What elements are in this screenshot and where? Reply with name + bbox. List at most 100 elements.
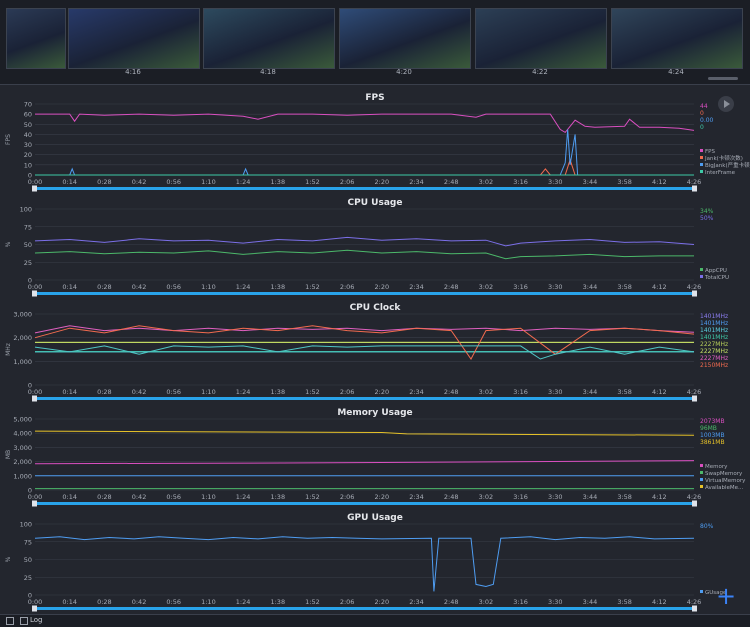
x-tick-label: 3:30 [548, 388, 563, 396]
timeline-thumbnail[interactable] [6, 8, 66, 69]
x-tick-label: 2:34 [409, 493, 424, 501]
series-current-value: 2073MB [700, 418, 725, 425]
series-current-value: 2227MHz [700, 348, 728, 355]
y-tick-label: 25 [24, 574, 32, 582]
range-handle-left [32, 500, 37, 507]
x-tick-label: 2:48 [444, 598, 459, 606]
x-tick-label: 1:52 [305, 388, 320, 396]
timeline-thumbnail-strip[interactable]: 4:16 4:18 4:20 4:22 4:24 [0, 0, 750, 85]
legend-swatch [700, 464, 703, 467]
timeline-scrollbar[interactable] [708, 77, 738, 80]
x-tick-label: 3:02 [479, 283, 494, 291]
legend-label: Memory [705, 464, 728, 470]
x-tick-label: 2:48 [444, 178, 459, 186]
x-tick-label: 3:16 [513, 388, 528, 396]
series-current-value: 1401MHz [700, 313, 728, 320]
legend-swatch [700, 471, 703, 474]
chart-range-scrollbar [35, 292, 694, 295]
x-tick-label: 1:38 [270, 283, 285, 291]
x-tick-label: 4:12 [652, 493, 667, 501]
x-tick-label: 3:44 [583, 598, 598, 606]
x-tick-label: 3:44 [583, 493, 598, 501]
expand-icon[interactable] [6, 617, 14, 625]
chart-range-scrollbar [35, 607, 694, 610]
y-tick-label: 1,000 [13, 358, 32, 366]
series-line [34, 536, 695, 592]
y-tick-label: 3,000 [13, 311, 32, 319]
series-line [34, 249, 694, 260]
x-tick-label: 0:42 [132, 598, 147, 606]
x-tick-label: 1:10 [201, 598, 216, 606]
add-icon[interactable]: + [716, 584, 736, 608]
x-tick-label: 2:48 [444, 388, 459, 396]
x-tick-label: 0:14 [62, 388, 77, 396]
x-tick-label: 0:00 [28, 388, 43, 396]
y-tick-label: 50 [24, 121, 32, 129]
x-tick-label: 0:28 [97, 388, 112, 396]
x-tick-label: 3:02 [479, 493, 494, 501]
log-checkbox[interactable] [20, 617, 28, 625]
x-tick-label: 0:56 [166, 178, 181, 186]
x-tick-label: 2:20 [375, 283, 390, 291]
series-current-value: 0.00 [700, 117, 714, 124]
range-handle-right [692, 500, 697, 507]
x-tick-label: 1:24 [236, 178, 251, 186]
series-current-value: 2227MHz [700, 355, 728, 362]
timeline-thumbnail[interactable] [339, 8, 471, 69]
series-line [35, 113, 695, 134]
legend-swatch [700, 275, 703, 278]
legend-label: InterFrame [705, 170, 736, 176]
range-handle-left [32, 395, 37, 402]
legend-label: TotalCPU [704, 275, 729, 281]
x-tick-label: 1:24 [236, 598, 251, 606]
x-tick-label: 2:20 [375, 388, 390, 396]
charts-canvas: FPSFPS7060504030201000:00 0:14 0:28 0:42 0:5… [5, 93, 750, 612]
x-tick-label: 0:28 [97, 178, 112, 186]
x-tick-label: 3:58 [617, 178, 632, 186]
x-tick-label: 3:30 [548, 598, 563, 606]
x-tick-label: 3:02 [479, 598, 494, 606]
chart-title: CPU Usage [348, 198, 403, 208]
y-tick-label: 50 [24, 556, 32, 564]
chart-title: Memory Usage [337, 408, 412, 418]
timeline-thumbnail[interactable] [611, 8, 743, 69]
x-tick-label: 2:20 [375, 493, 390, 501]
x-tick-label: 0:42 [132, 178, 147, 186]
x-tick-label: 4:12 [652, 388, 667, 396]
x-tick-label: 3:58 [617, 598, 632, 606]
status-bar: Log [0, 614, 750, 627]
series-current-value: 0 [700, 124, 704, 131]
y-axis-label: % [5, 241, 12, 247]
timeline-thumbnail[interactable] [203, 8, 335, 69]
timeline-thumbnail[interactable] [68, 8, 200, 69]
log-label: Log [30, 616, 43, 624]
y-tick-label: 4,000 [13, 430, 32, 438]
y-axis-label: MHz [5, 343, 12, 356]
x-tick-label: 2:48 [444, 283, 459, 291]
x-tick-label: 4:26 [687, 598, 702, 606]
x-tick-label: 1:52 [305, 493, 320, 501]
series-current-value: 2150MHz [700, 362, 728, 369]
legend-swatch [700, 170, 703, 173]
series-line [35, 158, 694, 176]
play-icon[interactable] [718, 96, 734, 112]
x-tick-label: 1:38 [270, 493, 285, 501]
x-tick-label: 3:02 [479, 178, 494, 186]
x-tick-label: 2:20 [375, 178, 390, 186]
legend-label: Jank(卡顿次数) [704, 154, 743, 162]
x-tick-label: 0:56 [166, 598, 181, 606]
x-tick-label: 4:26 [687, 493, 702, 501]
chart-title: FPS [365, 93, 384, 103]
legend-label: SwapMemory [705, 471, 743, 477]
series-current-value: 44 [700, 103, 708, 110]
x-tick-label: 1:24 [236, 388, 251, 396]
series-current-value: 2227MHz [700, 341, 728, 348]
y-tick-label: 40 [24, 131, 32, 139]
timeline-thumbnail[interactable] [475, 8, 607, 69]
x-tick-label: 0:14 [62, 493, 77, 501]
series-current-value: 1401MHz [700, 334, 728, 341]
x-tick-label: 3:58 [617, 388, 632, 396]
range-handle-left [32, 185, 37, 192]
x-tick-label: 1:24 [236, 493, 251, 501]
x-tick-label: 2:06 [340, 388, 355, 396]
